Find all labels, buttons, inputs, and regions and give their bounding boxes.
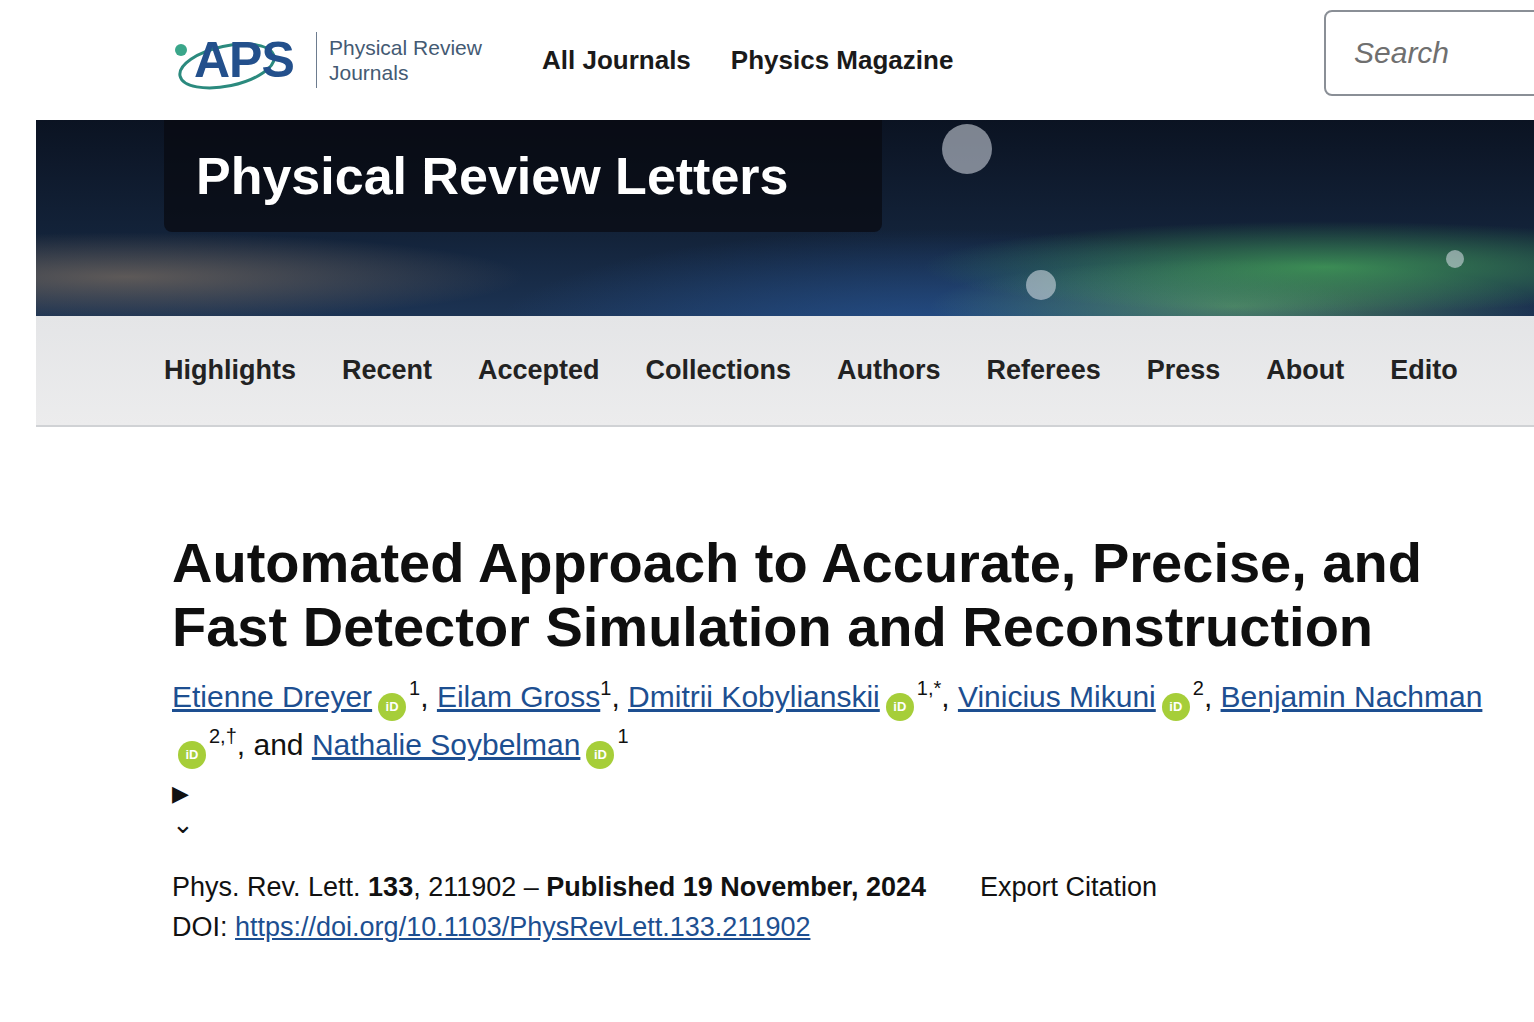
orcid-icon[interactable]: iD	[886, 693, 914, 721]
author-separator: ,	[420, 680, 437, 713]
logo-line: Journals	[329, 60, 482, 85]
aps-logo[interactable]: APS Physical ReviewJournals	[172, 20, 502, 100]
citation-part: Published 19 November, 2024	[546, 872, 926, 902]
orcid-icon[interactable]: iD	[178, 741, 206, 769]
top-link[interactable]: Physics Magazine	[731, 45, 954, 76]
orcid-icon[interactable]: iD	[586, 741, 614, 769]
author-separator: , and	[237, 728, 312, 761]
details-toggles: ▶⌄	[172, 777, 1494, 837]
author-list: Etienne DreyeriD1, Eilam Gross1, Dmitrii…	[172, 673, 1494, 769]
banner-bubble	[1026, 270, 1056, 300]
nav-item[interactable]: Collections	[646, 355, 792, 386]
top-links: All Journals Physics Magazine	[542, 45, 953, 76]
doi-link[interactable]: https://doi.org/10.1103/PhysRevLett.133.…	[235, 912, 810, 942]
author-link[interactable]: Vinicius Mikuni	[958, 680, 1156, 713]
affiliation-mark: 1	[617, 725, 628, 747]
export-citation[interactable]: Export Citation	[980, 867, 1494, 907]
nav-item[interactable]: Edito	[1390, 355, 1458, 386]
site-header: APS Physical ReviewJournals All Journals…	[0, 0, 1534, 120]
article-title: Automated Approach to Accurate, Precise,…	[172, 531, 1494, 659]
expand-toggle[interactable]: ⌄	[172, 811, 1494, 837]
aps-mark: APS	[172, 20, 302, 100]
affiliation-mark: 1,*	[917, 677, 941, 699]
orcid-icon[interactable]: iD	[378, 693, 406, 721]
nav-item[interactable]: Press	[1147, 355, 1221, 386]
logo-divider	[316, 32, 317, 88]
nav-item[interactable]: Referees	[987, 355, 1101, 386]
author-separator: ,	[1204, 680, 1221, 713]
journal-title-box: Physical Review Letters	[164, 120, 882, 232]
nav-item[interactable]: Authors	[837, 355, 941, 386]
author-link[interactable]: Benjamin Nachman	[1221, 680, 1483, 713]
affiliation-mark: 1	[409, 677, 420, 699]
citation-part: , 211902 –	[413, 872, 546, 902]
affiliation-mark: 1	[600, 677, 611, 699]
affiliation-mark: 2,†	[209, 725, 237, 747]
logo-subtitle: Physical ReviewJournals	[329, 35, 482, 85]
search-placeholder: Search	[1354, 36, 1449, 70]
search-field[interactable]: Search	[1324, 10, 1534, 96]
author-link[interactable]: Dmitrii Kobylianskii	[628, 680, 880, 713]
journal-nav: Highlights Recent Accepted Collections Autho…	[36, 316, 1534, 427]
author-link[interactable]: Eilam Gross	[437, 680, 600, 713]
banner-bubble	[1446, 250, 1464, 268]
doi-label: DOI:	[172, 912, 228, 942]
journal-banner: Physical Review Letters	[36, 120, 1534, 316]
author-separator: ,	[941, 680, 958, 713]
doi-line: DOI: https://doi.org/10.1103/PhysRevLett…	[172, 907, 1494, 947]
expand-toggle[interactable]: ▶	[172, 777, 1494, 811]
author-separator: ,	[611, 680, 628, 713]
citation-row: Phys. Rev. Lett. 133, 211902 – Published…	[172, 867, 1494, 907]
article: Automated Approach to Accurate, Precise,…	[0, 427, 1534, 947]
logo-mark-text: APS	[172, 31, 294, 89]
nav-item[interactable]: About	[1266, 355, 1344, 386]
orcid-icon[interactable]: iD	[1162, 693, 1190, 721]
citation-part: 133	[368, 872, 413, 902]
top-link[interactable]: All Journals	[542, 45, 691, 76]
author-link[interactable]: Nathalie Soybelman	[312, 728, 581, 761]
nav-item[interactable]: Recent	[342, 355, 432, 386]
author-link[interactable]: Etienne Dreyer	[172, 680, 372, 713]
nav-item[interactable]: Highlights	[164, 355, 296, 386]
nav-item[interactable]: Accepted	[478, 355, 600, 386]
citation-part: Phys. Rev. Lett.	[172, 872, 368, 902]
citation: Phys. Rev. Lett. 133, 211902 – Published…	[172, 867, 932, 907]
banner-bubble	[942, 124, 992, 174]
logo-line: Physical Review	[329, 35, 482, 60]
journal-title[interactable]: Physical Review Letters	[196, 146, 789, 206]
affiliation-mark: 2	[1193, 677, 1204, 699]
page: APS Physical ReviewJournals All Journals…	[0, 0, 1534, 1022]
